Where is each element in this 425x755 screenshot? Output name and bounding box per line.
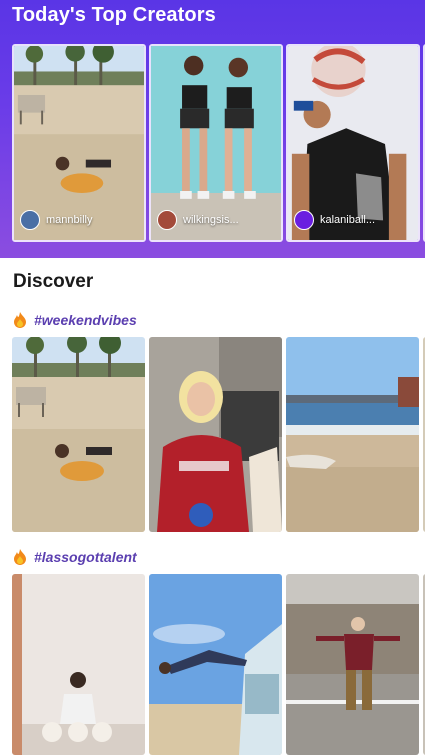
creator-card-1[interactable]: mannbilly bbox=[12, 44, 146, 242]
video-thumbnail bbox=[149, 574, 282, 755]
hashtag-row-lassogottalent[interactable]: #lassogottalent bbox=[13, 549, 137, 565]
top-creators-section: Today's Top Creators mannbilly wilkingsi… bbox=[0, 0, 425, 258]
creator-handle[interactable]: mannbilly bbox=[46, 214, 92, 226]
creator-card-2[interactable]: wilkingsis... bbox=[149, 44, 283, 242]
video-thumbnail bbox=[12, 337, 145, 532]
creator-avatar[interactable] bbox=[294, 210, 314, 230]
video-tile[interactable] bbox=[286, 574, 419, 755]
fire-icon bbox=[14, 312, 26, 328]
video-thumbnail bbox=[286, 337, 419, 532]
video-tile[interactable] bbox=[12, 337, 145, 532]
hashtag-row-weekendvibes[interactable]: #weekendvibes bbox=[13, 312, 137, 328]
hashtag-label[interactable]: #weekendvibes bbox=[34, 312, 137, 328]
discover-title: Discover bbox=[13, 271, 94, 292]
video-tile[interactable] bbox=[286, 337, 419, 532]
video-thumbnail bbox=[286, 574, 419, 755]
creator-card-3[interactable]: kalaniball... bbox=[286, 44, 420, 242]
video-thumbnail bbox=[12, 574, 145, 755]
hashtag-label[interactable]: #lassogottalent bbox=[34, 549, 137, 565]
video-tile[interactable] bbox=[149, 337, 282, 532]
video-tile[interactable] bbox=[12, 574, 145, 755]
creator-avatar[interactable] bbox=[157, 210, 177, 230]
video-thumbnail bbox=[149, 337, 282, 532]
creator-handle[interactable]: wilkingsis... bbox=[183, 214, 239, 226]
creator-avatar[interactable] bbox=[20, 210, 40, 230]
fire-icon bbox=[14, 549, 26, 565]
video-tile[interactable] bbox=[149, 574, 282, 755]
top-creators-title: Today's Top Creators bbox=[12, 4, 216, 26]
creator-handle[interactable]: kalaniball... bbox=[320, 214, 375, 226]
